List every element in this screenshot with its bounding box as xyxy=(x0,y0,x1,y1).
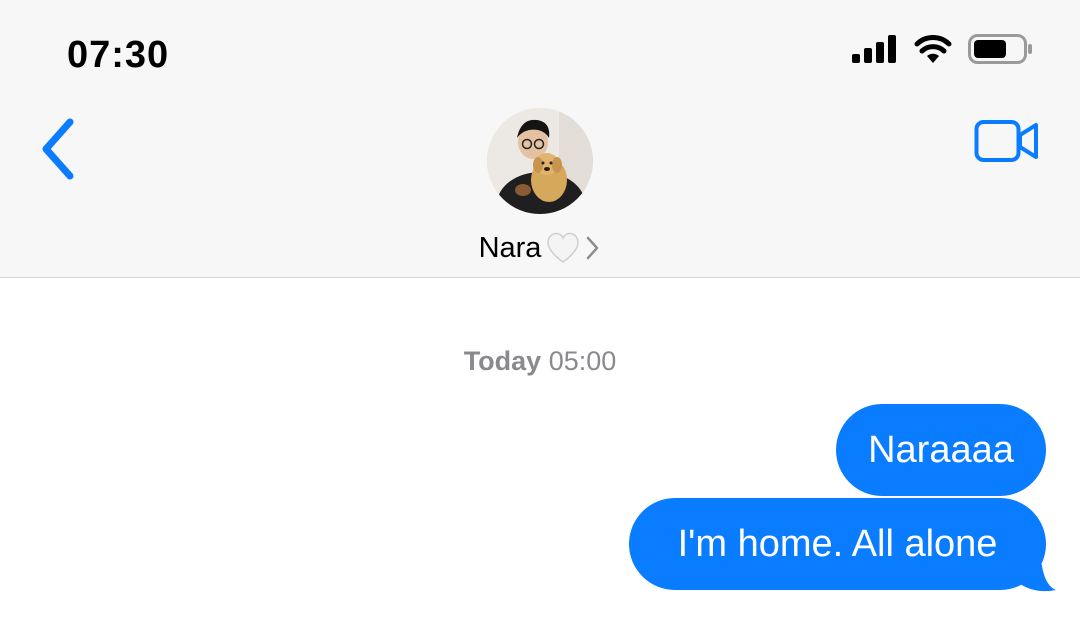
conversation-header: 07:30 Nara xyxy=(0,0,1080,278)
avatar[interactable] xyxy=(487,108,593,214)
message-bubble-sent[interactable]: Naraaaa xyxy=(836,404,1046,496)
message-timestamp: Today 05:00 xyxy=(0,346,1080,377)
messages-screen: 07:30 Nara Today 05:00 Naraaaa I'm home.… xyxy=(0,0,1080,621)
battery-icon xyxy=(968,34,1032,64)
contact-name-row[interactable]: Nara xyxy=(479,228,602,268)
contact-name: Nara xyxy=(478,231,542,264)
wifi-icon xyxy=(914,35,952,63)
status-icons xyxy=(852,34,1034,64)
avatar-photo-icon xyxy=(487,108,593,214)
white-heart-icon xyxy=(547,232,580,263)
message-bubble-sent[interactable]: I'm home. All alone xyxy=(629,498,1046,590)
status-time: 07:30 xyxy=(67,34,170,76)
timestamp-day: Today xyxy=(463,346,542,376)
cellular-signal-icon xyxy=(852,35,896,63)
chevron-right-icon xyxy=(587,236,599,260)
timestamp-time: 05:00 xyxy=(548,346,617,376)
contact-header[interactable]: Nara xyxy=(0,108,1080,268)
